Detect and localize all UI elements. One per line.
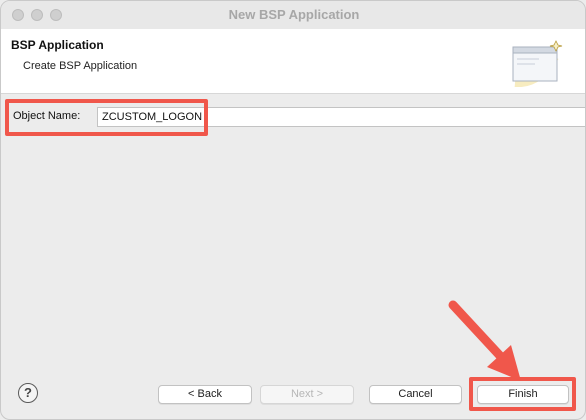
next-button[interactable]: Next > [260,385,354,404]
annotation-arrow-icon [448,300,521,381]
wizard-page-description: Create BSP Application [23,60,138,72]
wizard-header: BSP Application Create BSP Application [1,29,585,94]
object-name-highlight [5,99,208,136]
help-icon[interactable]: ? [18,383,38,403]
back-button[interactable]: < Back [158,385,252,404]
title-bar: New BSP Application [1,1,585,30]
new-bsp-application-dialog: New BSP Application BSP Application Crea… [0,0,586,420]
cancel-button[interactable]: Cancel [369,385,462,404]
wizard-banner-icon [512,40,563,87]
window-title: New BSP Application [228,7,360,22]
wizard-page-title: BSP Application [11,38,104,52]
